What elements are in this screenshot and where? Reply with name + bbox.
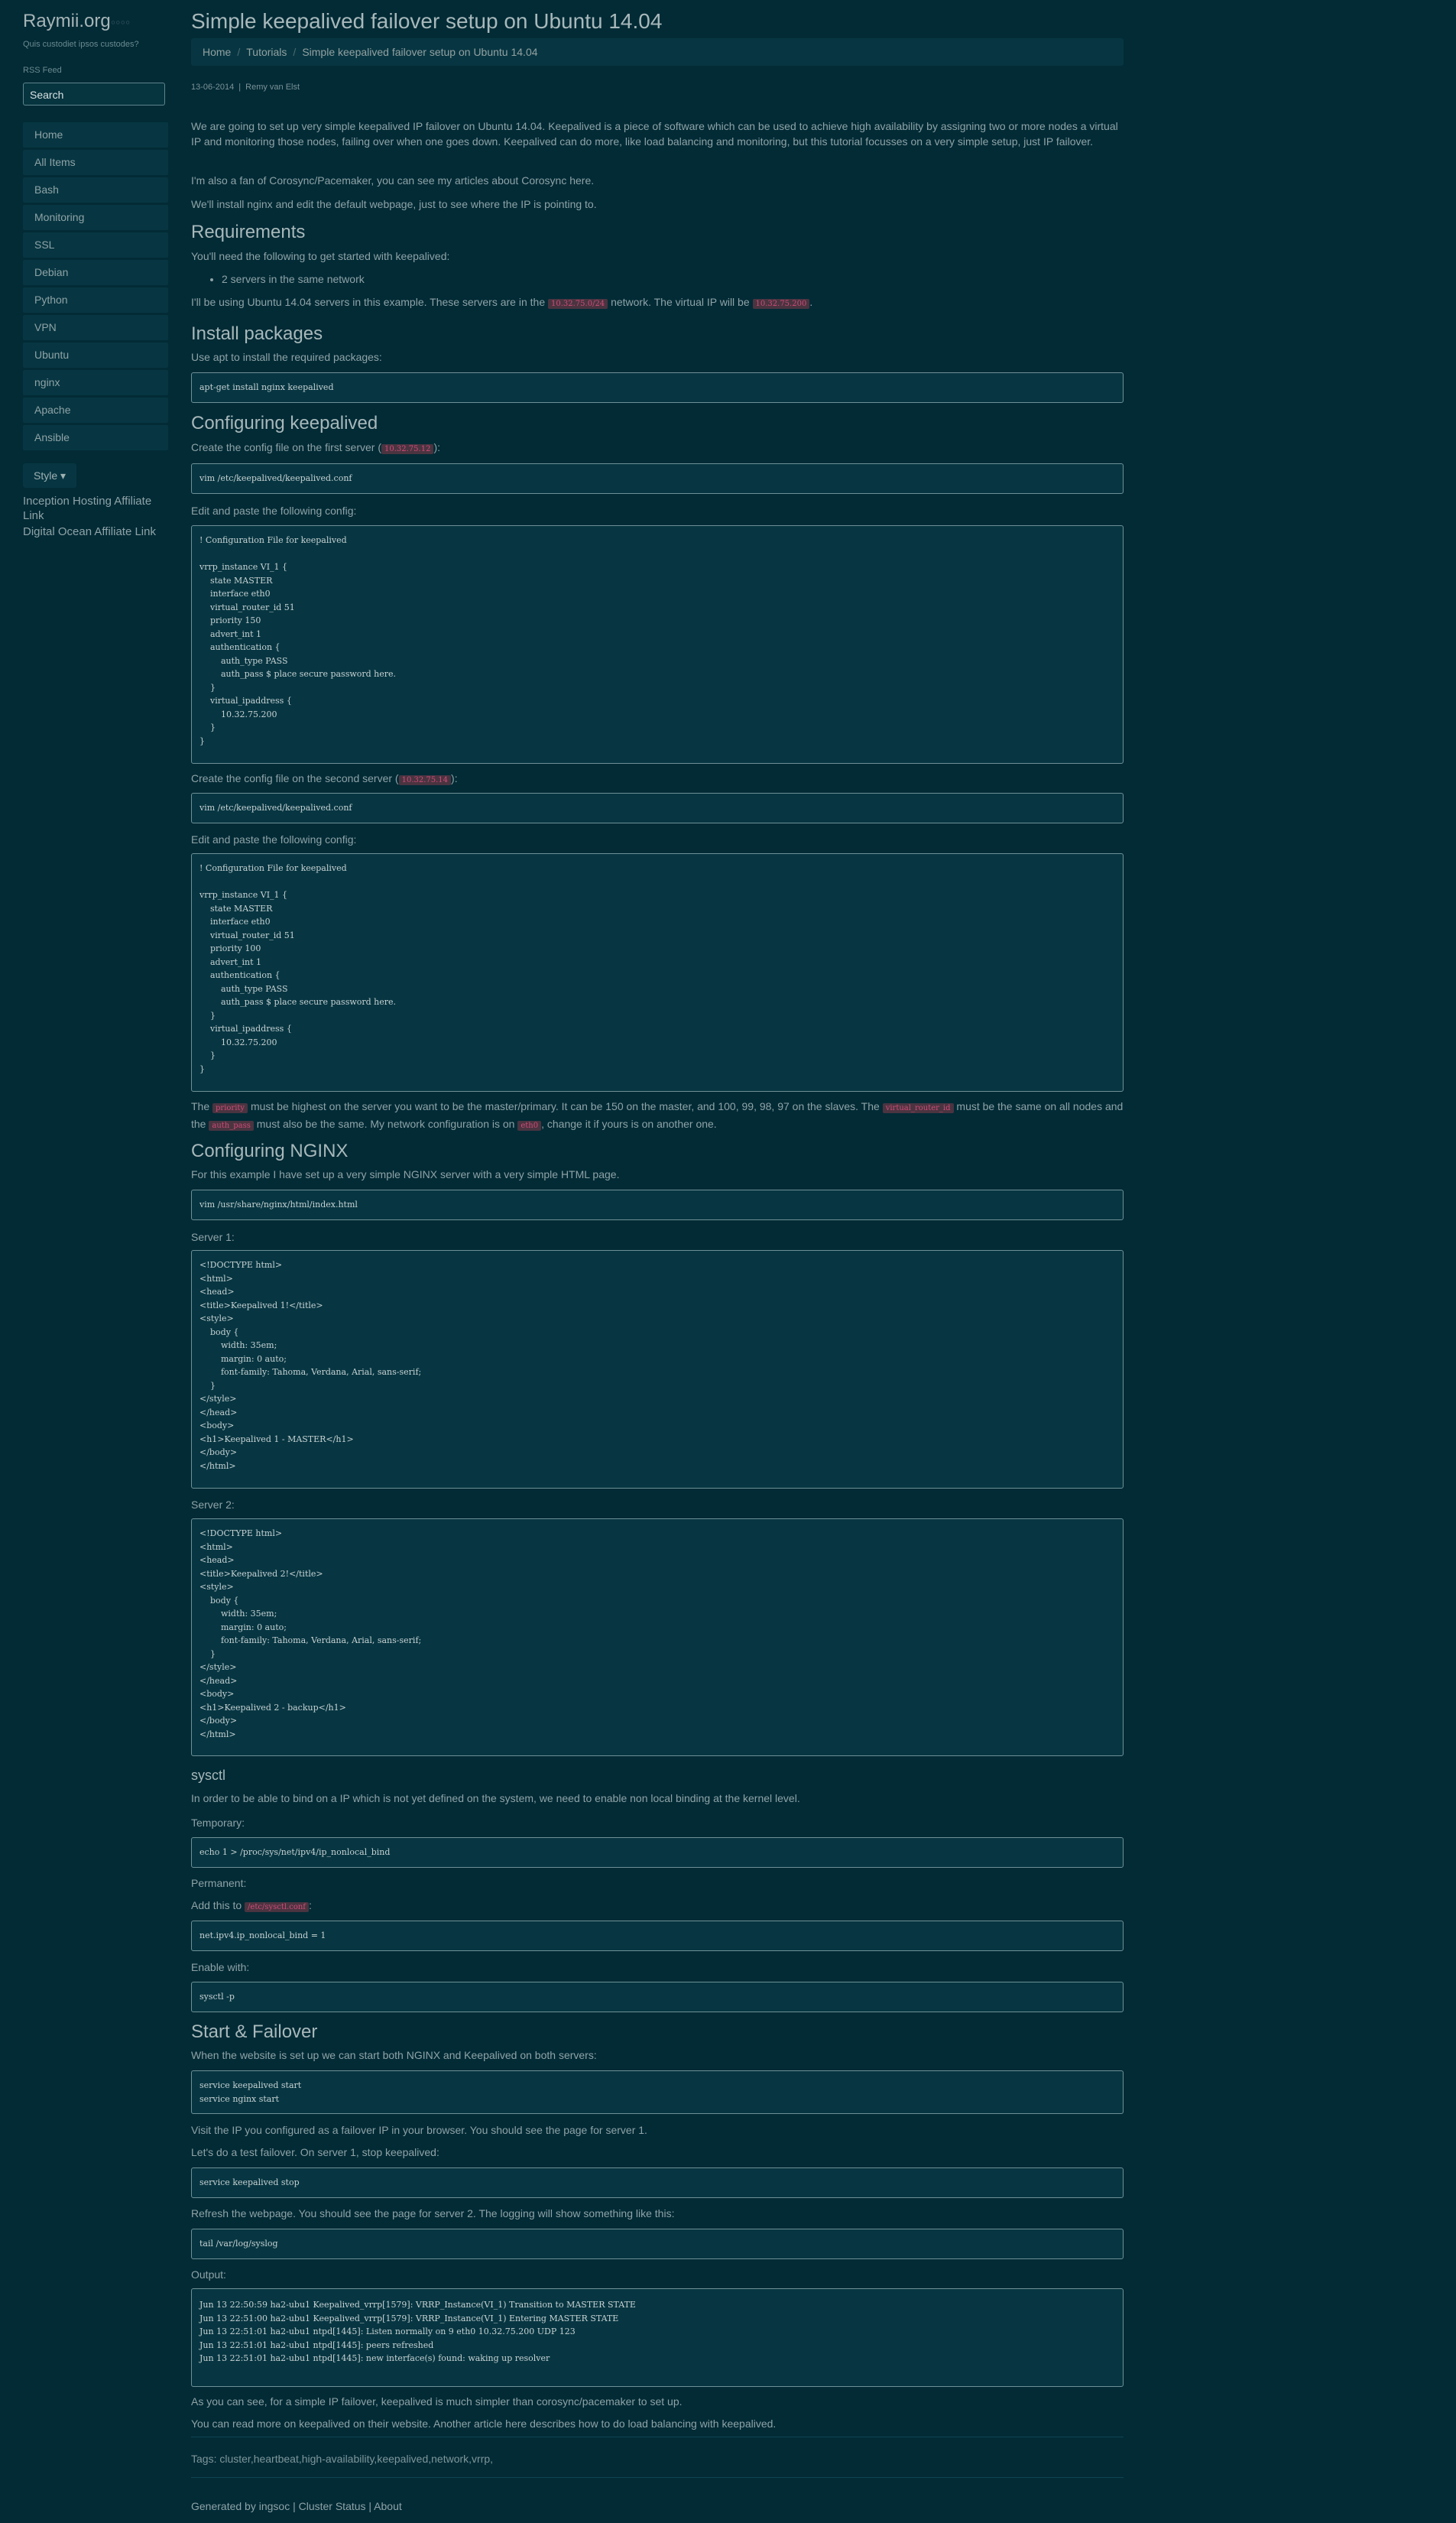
- heading-configuring-keepalived: Configuring keepalived: [191, 413, 378, 433]
- code-vim-config-1[interactable]: vim /etc/keepalived/keepalived.conf: [191, 463, 1124, 494]
- affiliate-link-digitalocean[interactable]: Digital Ocean Affiliate Link: [23, 524, 168, 539]
- nav-item-debian[interactable]: Debian: [23, 260, 168, 285]
- page-title: Simple keepalived failover setup on Ubun…: [191, 9, 663, 33]
- site-footer[interactable]: Generated by ingsoc | Cluster Status | A…: [191, 2500, 402, 2512]
- nav-item-all-items[interactable]: All Items: [23, 150, 168, 175]
- style-dropdown-button[interactable]: Style ▾: [23, 463, 77, 488]
- nav-item-ssl[interactable]: SSL: [23, 232, 168, 258]
- inline-code-sysctl-conf: /etc/sysctl.conf: [245, 1902, 309, 1912]
- code-vim-config-2[interactable]: vim /etc/keepalived/keepalived.conf: [191, 793, 1124, 823]
- priority-note: The priority must be highest on the serv…: [191, 1100, 1124, 1131]
- heading-configuring-nginx: Configuring NGINX: [191, 1141, 349, 1161]
- network-note: I'll be using Ubuntu 14.04 servers in th…: [191, 296, 813, 309]
- breadcrumb: Home / Tutorials / Simple keepalived failove…: [191, 38, 1124, 66]
- nav-item-bash[interactable]: Bash: [23, 177, 168, 203]
- intro-nginx: We'll install nginx and edit the default…: [191, 198, 597, 210]
- breadcrumb-tutorials[interactable]: Tutorials: [246, 46, 287, 58]
- edit-config-text-2: Edit and paste the following config:: [191, 833, 357, 846]
- inline-code-vip: 10.32.75.200: [752, 299, 810, 309]
- divider: [191, 2477, 1124, 2478]
- code-echo-nonlocal[interactable]: echo 1 > /proc/sys/net/ipv4/ip_nonlocal_…: [191, 1837, 1124, 1868]
- enable-label: Enable with:: [191, 1961, 250, 1973]
- visit-text: Visit the IP you configured as a failove…: [191, 2124, 647, 2136]
- rss-feed-link[interactable]: RSS Feed: [23, 66, 168, 75]
- affiliate-link-inception[interactable]: Inception Hosting Affiliate Link: [23, 494, 168, 523]
- post-date: 13-06-2014: [191, 83, 235, 92]
- code-keepalived-conf-1[interactable]: ! Configuration File for keepalived vrrp…: [191, 525, 1124, 764]
- intro-paragraph: We are going to set up very simple keepa…: [191, 120, 1118, 148]
- inline-code-server1-ip: 10.32.75.12: [381, 444, 434, 454]
- code-stop-keepalived[interactable]: service keepalived stop: [191, 2167, 1124, 2198]
- install-text: Use apt to install the required packages…: [191, 351, 382, 363]
- refresh-text: Refresh the webpage. You should see the …: [191, 2207, 675, 2219]
- config-second-server-text: Create the config file on the second ser…: [191, 772, 458, 785]
- inline-code-router-id: virtual_router_id: [882, 1103, 954, 1113]
- server1-label: Server 1:: [191, 1231, 235, 1243]
- post-author[interactable]: Remy van Elst: [245, 83, 300, 92]
- server2-label: Server 2:: [191, 1499, 235, 1511]
- conclusion-text: As you can see, for a simple IP failover…: [191, 2395, 683, 2408]
- requirement-item: 2 servers in the same network: [222, 271, 1124, 287]
- start-text: When the website is set up we can start …: [191, 2049, 597, 2061]
- post-meta: 13-06-2014 | Remy van Elst: [191, 83, 300, 92]
- heading-install: Install packages: [191, 323, 323, 344]
- inline-code-server2-ip: 10.32.75.14: [398, 775, 452, 785]
- edit-config-text-1: Edit and paste the following config:: [191, 505, 357, 517]
- test-failover-text: Let's do a test failover. On server 1, s…: [191, 2146, 439, 2158]
- code-keepalived-conf-2[interactable]: ! Configuration File for keepalived vrrp…: [191, 853, 1124, 1092]
- temporary-label: Temporary:: [191, 1817, 245, 1829]
- heading-requirements: Requirements: [191, 222, 306, 242]
- output-label: Output:: [191, 2268, 226, 2281]
- nav-item-python[interactable]: Python: [23, 287, 168, 313]
- code-start-services[interactable]: service keepalived start service nginx s…: [191, 2070, 1124, 2114]
- code-syslog-output[interactable]: Jun 13 22:50:59 ha2-ubu1 Keepalived_vrrp…: [191, 2288, 1124, 2387]
- nginx-text: For this example I have set up a very si…: [191, 1168, 620, 1180]
- code-html-server1[interactable]: <!DOCTYPE html> <html> <head> <title>Kee…: [191, 1250, 1124, 1489]
- sysctl-text: In order to be able to bind on a IP whic…: [191, 1792, 800, 1804]
- inline-code-auth-pass: auth_pass: [209, 1121, 254, 1131]
- nav-item-ubuntu[interactable]: Ubuntu: [23, 343, 168, 368]
- site-tagline: Quis custodiet ipsos custodes?: [23, 40, 139, 49]
- nav-item-vpn[interactable]: VPN: [23, 315, 168, 340]
- nav-item-nginx[interactable]: nginx: [23, 370, 168, 395]
- inline-code-eth0: eth0: [517, 1121, 542, 1131]
- heading-start-failover: Start & Failover: [191, 2021, 318, 2042]
- code-install[interactable]: apt-get install nginx keepalived: [191, 372, 1124, 403]
- nav-item-home[interactable]: Home: [23, 122, 168, 148]
- sidebar: Raymii.org◦◦◦◦ Quis custodiet ipsos cust…: [23, 11, 168, 539]
- code-tail-syslog[interactable]: tail /var/log/syslog: [191, 2229, 1124, 2259]
- search-input[interactable]: Search: [23, 83, 165, 106]
- article: Simple keepalived failover setup on Ubun…: [191, 9, 1124, 2430]
- requirements-text: You'll need the following to get started…: [191, 250, 450, 262]
- nav-item-monitoring[interactable]: Monitoring: [23, 205, 168, 230]
- nav-item-ansible[interactable]: Ansible: [23, 425, 168, 450]
- read-more-text: You can read more on keepalived on their…: [191, 2417, 777, 2430]
- inline-code-network: 10.32.75.0/24: [548, 299, 608, 309]
- site-title[interactable]: Raymii.org◦◦◦◦: [23, 11, 168, 32]
- intro-corosync: I'm also a fan of Corosync/Pacemaker, yo…: [191, 174, 595, 187]
- config-first-server-text: Create the config file on the first serv…: [191, 441, 440, 454]
- add-to-sysctl-text: Add this to /etc/sysctl.conf:: [191, 1899, 312, 1912]
- code-sysctl-p[interactable]: sysctl -p: [191, 1982, 1124, 2012]
- code-vim-index[interactable]: vim /usr/share/nginx/html/index.html: [191, 1190, 1124, 1220]
- breadcrumb-current: Simple keepalived failover setup on Ubun…: [302, 46, 538, 58]
- inline-code-priority: priority: [212, 1103, 248, 1113]
- code-sysctl-line[interactable]: net.ipv4.ip_nonlocal_bind = 1: [191, 1921, 1124, 1951]
- code-html-server2[interactable]: <!DOCTYPE html> <html> <head> <title>Kee…: [191, 1518, 1124, 1756]
- post-tags[interactable]: Tags: cluster,heartbeat,high-availabilit…: [191, 2453, 493, 2465]
- nav-item-apache[interactable]: Apache: [23, 398, 168, 423]
- sidebar-nav: Home All Items Bash Monitoring SSL Debia…: [23, 122, 168, 450]
- breadcrumb-home[interactable]: Home: [203, 46, 231, 58]
- permanent-label: Permanent:: [191, 1877, 247, 1889]
- heading-sysctl: sysctl: [191, 1768, 225, 1783]
